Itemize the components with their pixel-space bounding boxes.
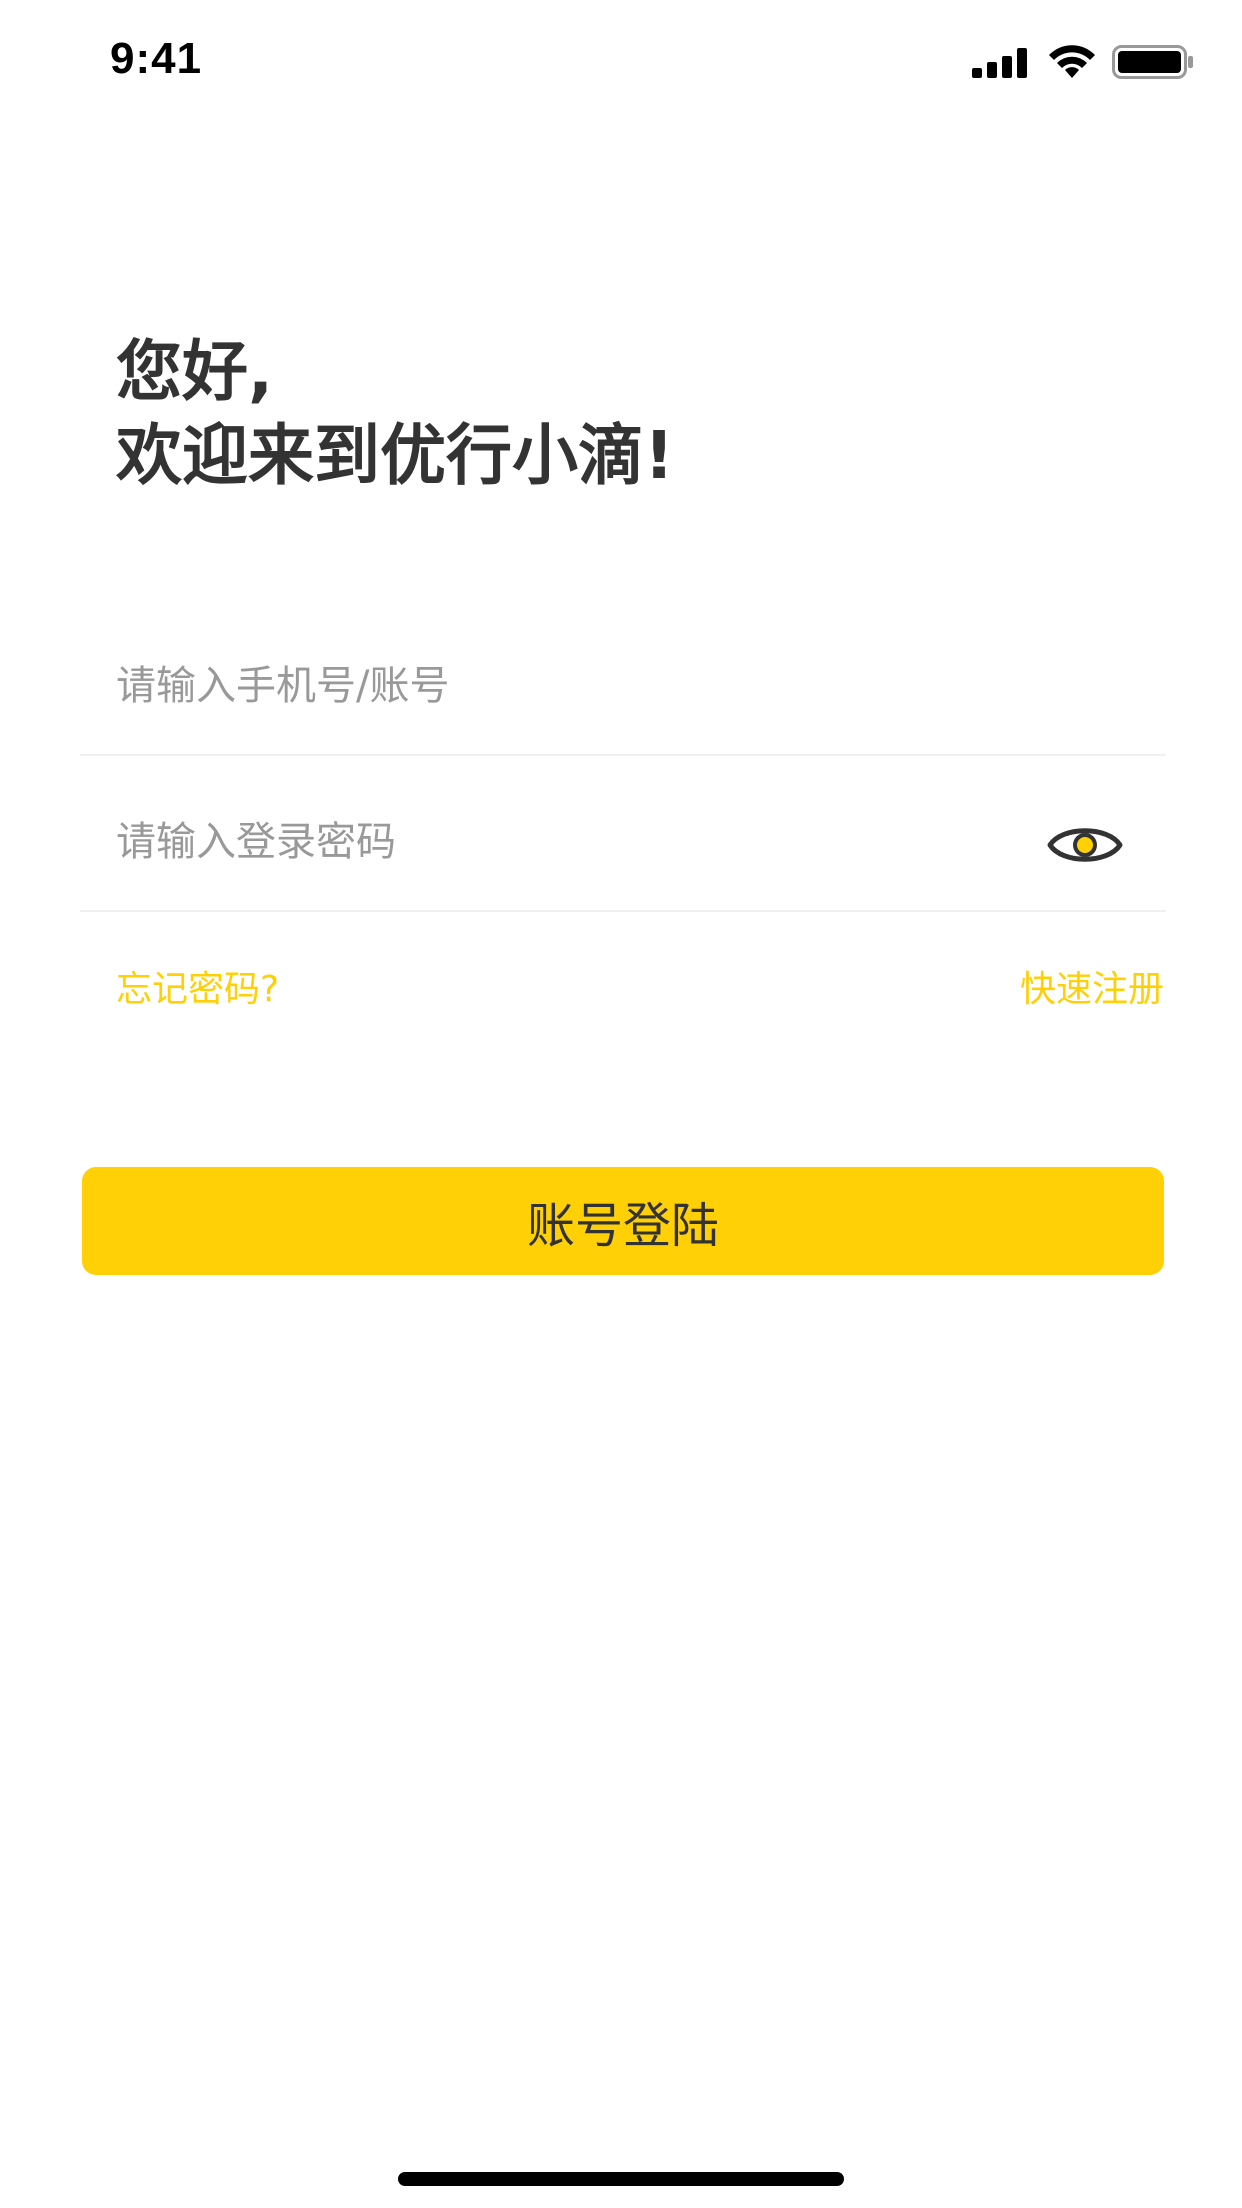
password-field-row	[80, 762, 1166, 912]
battery-icon	[1112, 45, 1193, 79]
account-input[interactable]	[116, 656, 1016, 716]
greeting-line-1: 您好,	[116, 333, 274, 410]
status-time: 9:41	[110, 34, 203, 83]
home-indicator	[398, 2172, 844, 2186]
account-field-row	[80, 606, 1166, 756]
greeting-line-2: 欢迎来到优行小滴!	[116, 417, 675, 494]
login-button[interactable]: 账号登陆	[82, 1167, 1164, 1275]
forgot-password-link[interactable]: 忘记密码?	[116, 960, 279, 1012]
password-input[interactable]	[116, 812, 1016, 872]
eye-icon[interactable]	[1046, 818, 1124, 872]
greeting-title: 您好, 欢迎来到优行小滴!	[116, 330, 674, 498]
quick-register-link[interactable]: 快速注册	[1020, 960, 1164, 1012]
login-button-label: 账号登陆	[526, 1198, 719, 1254]
status-bar: 9:41	[0, 0, 1242, 132]
wifi-icon	[1049, 45, 1095, 78]
signal-bars-icon	[972, 48, 1032, 78]
